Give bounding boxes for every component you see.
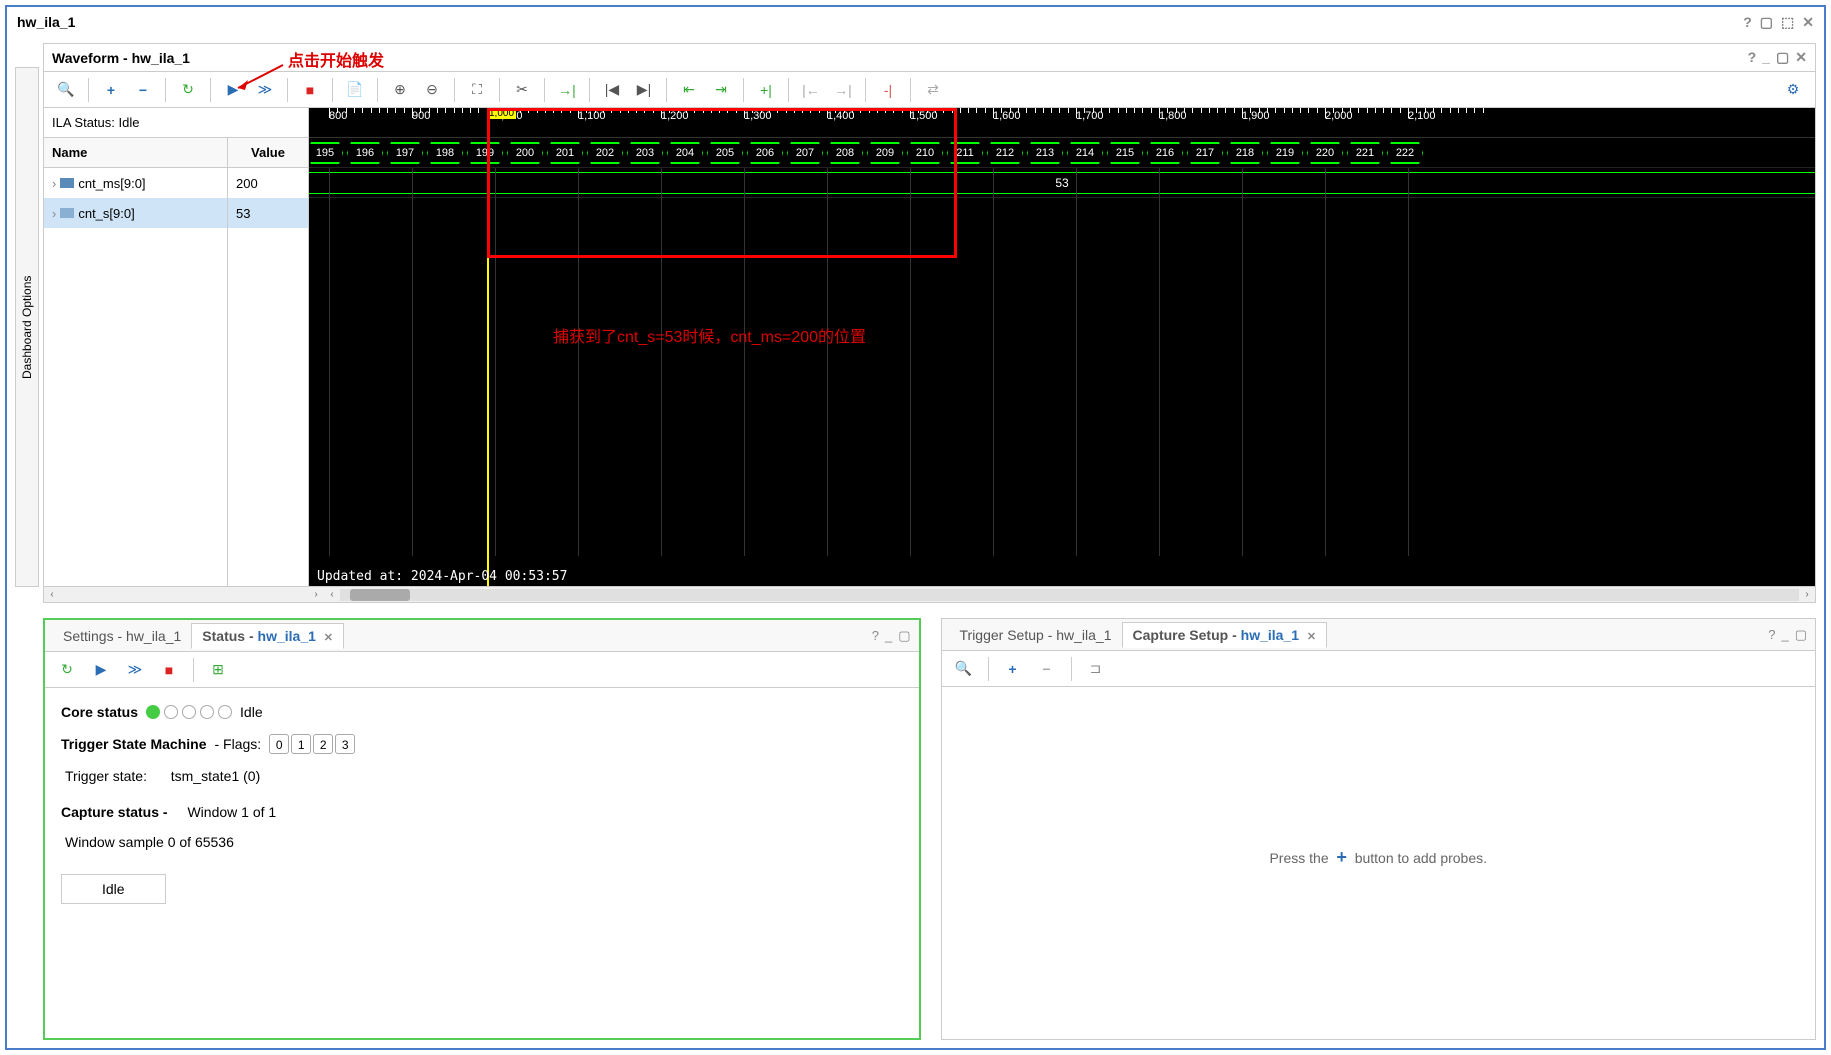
remove-probe-icon[interactable]: − [1033,655,1061,683]
fast-forward-icon[interactable]: ≫ [121,656,149,684]
export-icon[interactable]: 📄 [341,76,369,104]
signal-icon [60,178,74,188]
expand-icon[interactable]: › [52,206,56,221]
flags: 0123 [269,734,357,754]
refresh-icon[interactable]: ↻ [53,656,81,684]
swap-icon[interactable]: ⇄ [919,76,947,104]
remove-marker-icon[interactable]: -| [874,76,902,104]
close-tab-icon[interactable]: ✕ [324,632,333,644]
marker-next-icon[interactable]: →| [829,76,857,104]
maximize-icon[interactable]: ▢ [1795,627,1807,643]
add-marker-icon[interactable]: +| [752,76,780,104]
capture-panel: Trigger Setup - hw_ila_1 Capture Setup -… [941,618,1817,1040]
horizontal-scrollbar[interactable]: ‹ › ‹ › [44,586,1815,602]
annotation-trigger-hint: 点击开始触发 [288,47,384,71]
go-last-icon[interactable]: ▶| [630,76,658,104]
core-status-label: Core status [61,704,138,720]
annotation-capture-hint: 捕获到了cnt_s=53时候，cnt_ms=200的位置 [553,323,866,347]
close-icon[interactable]: ✕ [1795,49,1807,66]
gate-icon[interactable]: ⊐ [1082,655,1110,683]
add-icon[interactable]: + [97,76,125,104]
settings-icon[interactable]: ⚙ [1779,76,1807,104]
tab-trigger-setup[interactable]: Trigger Setup - hw_ila_1 [950,623,1122,647]
waveform-toolbar: 🔍 + − ↻ ▶ ≫ ■ 📄 ⊕ ⊖ ⛶ ✂ [44,72,1815,108]
stop-icon[interactable]: ■ [155,656,183,684]
help-icon[interactable]: ? [1743,14,1752,31]
ila-status: ILA Status: Idle [44,108,308,138]
maximize-icon[interactable]: ⬚ [1781,14,1794,31]
zoom-fit-icon[interactable]: ⛶ [463,76,491,104]
name-column-header: Name [44,138,227,168]
waveform-display[interactable]: 8009001,0001,1001,2001,3001,4001,5001,60… [309,108,1815,586]
idle-status-box: Idle [61,874,166,904]
minimize-icon[interactable]: _ [885,628,892,644]
window-title: hw_ila_1 [17,14,75,30]
signal-value: 53 [228,198,308,228]
prev-edge-icon[interactable]: ⇤ [675,76,703,104]
tab-status[interactable]: Status - hw_ila_1 ✕ [191,623,344,649]
value-column-header: Value [228,138,308,168]
minimize-icon[interactable]: _ [1781,627,1788,643]
go-to-cursor-icon[interactable]: →| [553,76,581,104]
tab-settings[interactable]: Settings - hw_ila_1 [53,624,191,648]
configure-icon[interactable]: ⊞ [204,656,232,684]
minimize-icon[interactable]: _ [1762,49,1770,66]
updated-timestamp: Updated at: 2024-Apr-04 00:53:57 [317,569,567,584]
waveform-title: Waveform - hw_ila_1 [52,50,190,66]
signal-row[interactable]: › cnt_s[9:0] [44,198,227,228]
zoom-in-icon[interactable]: ⊕ [386,76,414,104]
run-icon[interactable]: ▶ [87,656,115,684]
stop-icon[interactable]: ■ [296,76,324,104]
close-icon[interactable]: ✕ [1802,14,1814,31]
maximize-icon[interactable]: ▢ [898,628,910,644]
next-edge-icon[interactable]: ⇥ [707,76,735,104]
marker-prev-icon[interactable]: |← [797,76,825,104]
highlight-box [487,108,957,258]
status-panel: Settings - hw_ila_1 Status - hw_ila_1 ✕ … [43,618,921,1040]
scroll-right-icon[interactable]: › [308,587,324,603]
search-icon[interactable]: 🔍 [52,76,80,104]
zoom-out-icon[interactable]: ⊖ [418,76,446,104]
scroll-left-icon[interactable]: ‹ [324,587,340,603]
go-first-icon[interactable]: |◀ [598,76,626,104]
arrow-icon [233,63,293,93]
close-tab-icon[interactable]: ✕ [1307,631,1316,643]
help-icon[interactable]: ? [1768,627,1775,643]
tab-capture-setup[interactable]: Capture Setup - hw_ila_1 ✕ [1122,622,1328,648]
scroll-right-icon[interactable]: › [1799,587,1815,603]
add-probe-icon[interactable]: + [999,655,1027,683]
waveform-panel: Waveform - hw_ila_1 ? _ ▢ ✕ 🔍 + − ↻ ▶ ≫ [43,43,1816,603]
remove-icon[interactable]: − [129,76,157,104]
expand-icon[interactable]: › [52,176,56,191]
signal-icon [60,208,74,218]
plus-icon: + [1336,847,1347,867]
help-icon[interactable]: ? [1748,49,1757,66]
signal-value: 200 [228,168,308,198]
maximize-icon[interactable]: ▢ [1776,49,1789,66]
cursor-tool-icon[interactable]: ✂ [508,76,536,104]
refresh-icon[interactable]: ↻ [174,76,202,104]
dashboard-options-tab[interactable]: Dashboard Options [15,67,39,587]
minimize-icon[interactable]: ▢ [1760,14,1773,31]
search-icon[interactable]: 🔍 [950,655,978,683]
scroll-left-icon[interactable]: ‹ [44,587,60,603]
signal-row[interactable]: › cnt_ms[9:0] [44,168,227,198]
title-bar: hw_ila_1 ? ▢ ⬚ ✕ [7,7,1824,37]
status-indicator [146,705,232,719]
empty-message: Press the + button to add probes. [942,847,1816,868]
help-icon[interactable]: ? [872,628,879,644]
